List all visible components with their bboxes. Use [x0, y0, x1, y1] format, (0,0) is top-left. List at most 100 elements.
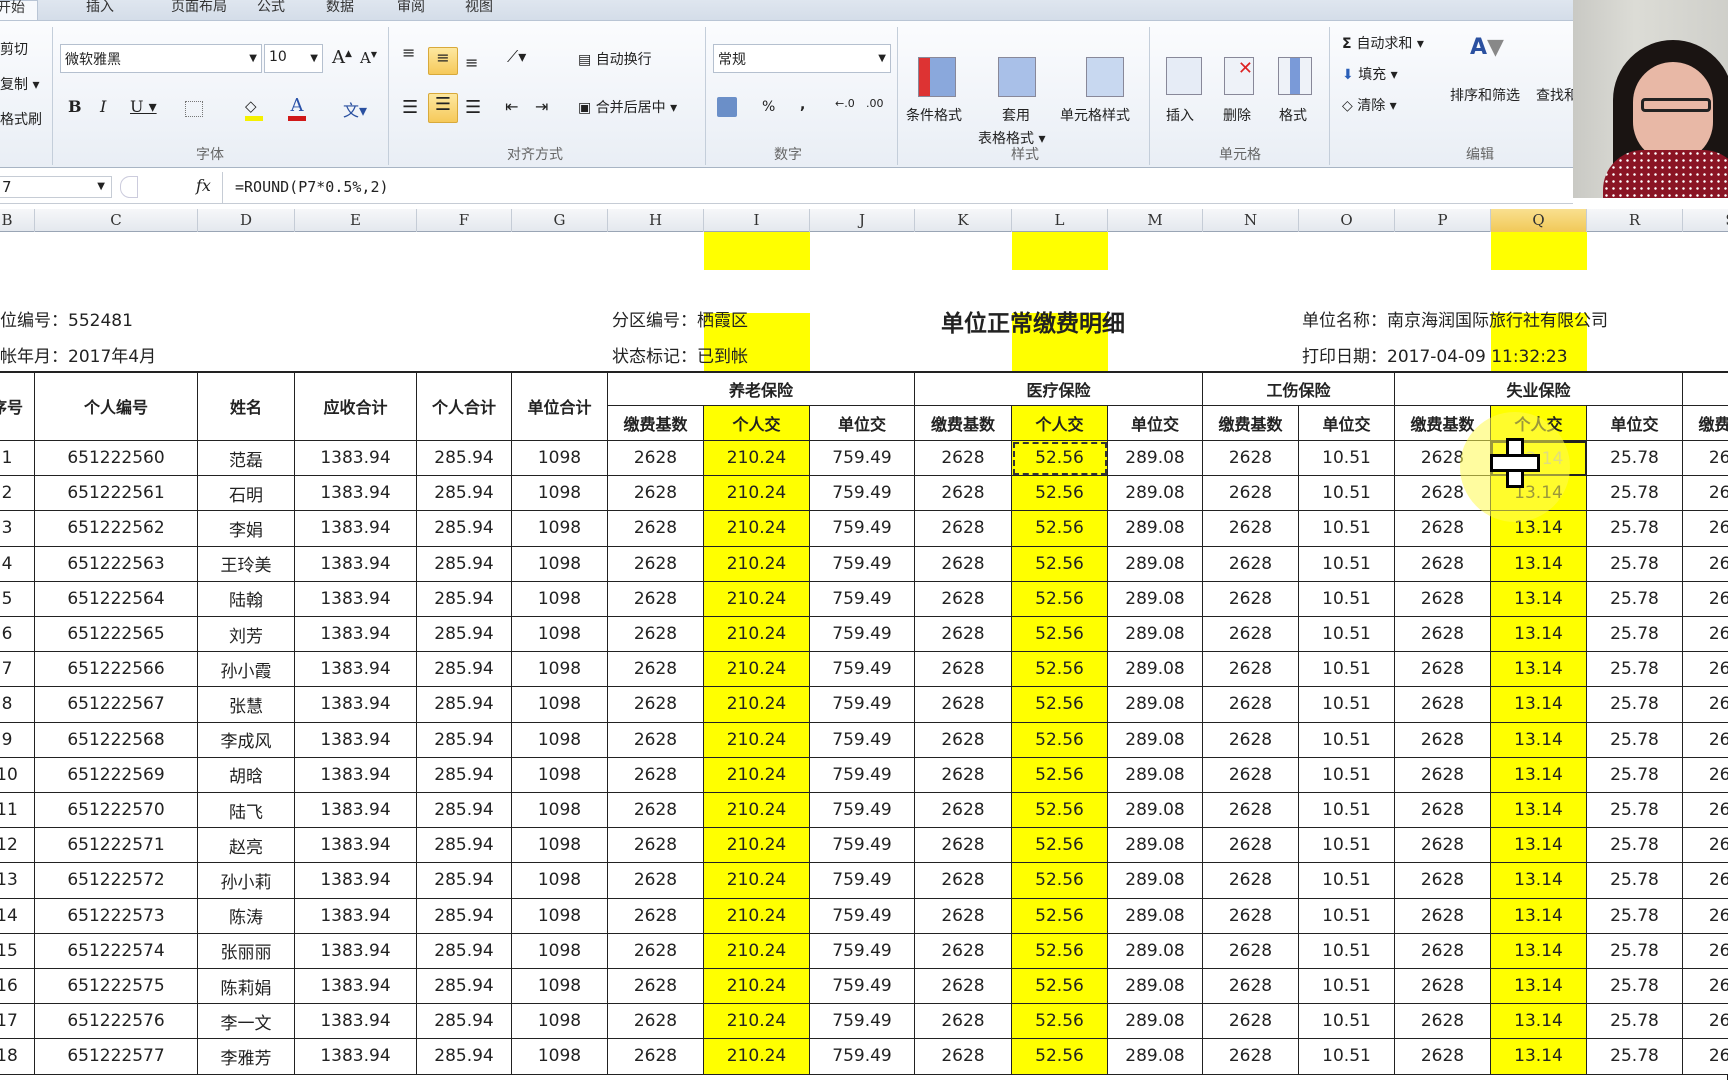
- insert-function-button[interactable]: fx: [196, 176, 211, 195]
- table-cell[interactable]: 2628: [1203, 476, 1299, 512]
- table-cell[interactable]: 1098: [512, 757, 608, 793]
- table-cell[interactable]: 651222563: [35, 546, 198, 582]
- table-cell[interactable]: 2628: [1203, 757, 1299, 793]
- table-cell[interactable]: 1098: [512, 1004, 608, 1040]
- table-cell[interactable]: 13.14: [1491, 546, 1587, 582]
- table-cell[interactable]: 10.51: [1299, 1004, 1395, 1040]
- table-cell[interactable]: 10.51: [1299, 511, 1395, 547]
- table-cell[interactable]: 2628: [608, 652, 704, 688]
- table-cell[interactable]: 52.56: [1012, 1039, 1108, 1075]
- table-cell[interactable]: 759.49: [810, 476, 915, 512]
- table-cell[interactable]: 289.08: [1108, 652, 1203, 688]
- table-cell[interactable]: 15: [0, 933, 35, 969]
- conditional-format-button[interactable]: 条件格式: [906, 105, 962, 125]
- table-cell[interactable]: 1098: [512, 476, 608, 512]
- table-cell[interactable]: 1383.94: [295, 581, 417, 617]
- table-cell[interactable]: 16: [0, 969, 35, 1005]
- table-cell[interactable]: 210.24: [704, 757, 810, 793]
- table-cell[interactable]: 285.94: [417, 722, 512, 758]
- table-cell[interactable]: 2628: [1203, 933, 1299, 969]
- table-cell[interactable]: 1: [0, 441, 35, 477]
- table-cell[interactable]: 651222562: [35, 511, 198, 547]
- table-cell[interactable]: 25.78: [1587, 617, 1683, 653]
- cell-styles-button[interactable]: 单元格样式: [1060, 105, 1130, 125]
- table-cell[interactable]: 2628: [1395, 757, 1491, 793]
- font-name-select[interactable]: 微软雅黑 ▼: [60, 44, 262, 73]
- table-cell[interactable]: 2628: [1203, 793, 1299, 829]
- table-cell[interactable]: 2628: [608, 581, 704, 617]
- table-cell[interactable]: 52.56: [1012, 757, 1108, 793]
- comma-button[interactable]: ,: [800, 97, 805, 113]
- table-cell[interactable]: 651222572: [35, 863, 198, 899]
- table-cell[interactable]: 刘芳: [198, 617, 295, 653]
- table-cell[interactable]: 1383.94: [295, 898, 417, 934]
- table-cell[interactable]: 9: [0, 722, 35, 758]
- tab-home[interactable]: 开始: [0, 0, 38, 22]
- table-cell[interactable]: 289.08: [1108, 757, 1203, 793]
- table-cell[interactable]: 2628: [1683, 617, 1728, 653]
- table-cell[interactable]: 10.51: [1299, 687, 1395, 723]
- table-cell[interactable]: 孙小霞: [198, 652, 295, 688]
- table-cell[interactable]: 25.78: [1587, 863, 1683, 899]
- table-cell[interactable]: 石明: [198, 476, 295, 512]
- table-cell[interactable]: 2628: [915, 511, 1012, 547]
- table-cell[interactable]: 2628: [1683, 1004, 1728, 1040]
- find-select-button[interactable]: 查找和: [1536, 85, 1573, 105]
- table-cell[interactable]: 2628: [1395, 581, 1491, 617]
- table-cell[interactable]: 210.24: [704, 511, 810, 547]
- tab-review[interactable]: 审阅: [397, 0, 425, 14]
- table-cell[interactable]: 289.08: [1108, 722, 1203, 758]
- format-button[interactable]: 格式: [1279, 105, 1307, 125]
- cut-button[interactable]: 剪切: [0, 39, 28, 59]
- table-cell[interactable]: 孙小莉: [198, 863, 295, 899]
- table-cell[interactable]: 1098: [512, 687, 608, 723]
- table-cell[interactable]: 1098: [512, 828, 608, 864]
- table-cell[interactable]: 25.78: [1587, 687, 1683, 723]
- table-cell[interactable]: 2628: [915, 969, 1012, 1005]
- table-cell[interactable]: 2628: [1683, 476, 1728, 512]
- align-middle-icon[interactable]: ≡: [428, 47, 458, 75]
- table-cell[interactable]: 651222566: [35, 652, 198, 688]
- table-cell[interactable]: 2628: [1683, 652, 1728, 688]
- table-cell[interactable]: 13.14: [1491, 757, 1587, 793]
- table-cell[interactable]: 7: [0, 652, 35, 688]
- table-cell[interactable]: 52.56: [1012, 546, 1108, 582]
- table-cell[interactable]: 1383.94: [295, 441, 417, 477]
- percent-button[interactable]: %: [762, 99, 775, 115]
- table-cell[interactable]: 2628: [1395, 969, 1491, 1005]
- table-cell[interactable]: 13: [0, 863, 35, 899]
- table-cell[interactable]: 25.78: [1587, 546, 1683, 582]
- table-cell[interactable]: 2628: [608, 863, 704, 899]
- table-cell[interactable]: 2628: [608, 933, 704, 969]
- table-cell[interactable]: 13.14: [1491, 581, 1587, 617]
- increase-indent-icon[interactable]: ⇥: [535, 97, 548, 116]
- decrease-indent-icon[interactable]: ⇤: [505, 97, 518, 116]
- table-cell[interactable]: 2628: [915, 687, 1012, 723]
- table-cell[interactable]: 759.49: [810, 863, 915, 899]
- copied-cell[interactable]: 52.56: [1012, 441, 1108, 477]
- align-top-icon[interactable]: ≡: [402, 43, 415, 62]
- table-cell[interactable]: 210.24: [704, 581, 810, 617]
- table-cell[interactable]: 10.51: [1299, 757, 1395, 793]
- table-cell[interactable]: 2628: [915, 476, 1012, 512]
- table-cell[interactable]: 张慧: [198, 687, 295, 723]
- table-cell[interactable]: 285.94: [417, 1004, 512, 1040]
- table-cell[interactable]: 2628: [608, 969, 704, 1005]
- column-header-m[interactable]: M: [1108, 209, 1203, 232]
- table-cell[interactable]: 2628: [608, 687, 704, 723]
- merge-center-button[interactable]: ▣ 合并后居中 ▾: [578, 97, 677, 117]
- table-cell[interactable]: 1383.94: [295, 617, 417, 653]
- table-cell[interactable]: 25.78: [1587, 476, 1683, 512]
- table-cell[interactable]: 13.14: [1491, 652, 1587, 688]
- table-cell[interactable]: 25.78: [1587, 1004, 1683, 1040]
- tab-data[interactable]: 数据: [326, 0, 354, 14]
- table-cell[interactable]: 210.24: [704, 933, 810, 969]
- table-cell[interactable]: 759.49: [810, 1039, 915, 1075]
- table-cell[interactable]: 210.24: [704, 687, 810, 723]
- table-cell[interactable]: 1383.94: [295, 1039, 417, 1075]
- copy-button[interactable]: 复制 ▾: [0, 74, 39, 94]
- table-cell[interactable]: 18: [0, 1039, 35, 1075]
- table-cell[interactable]: 651222567: [35, 687, 198, 723]
- table-cell[interactable]: 52.56: [1012, 793, 1108, 829]
- decrease-decimal-icon[interactable]: .00: [866, 97, 884, 110]
